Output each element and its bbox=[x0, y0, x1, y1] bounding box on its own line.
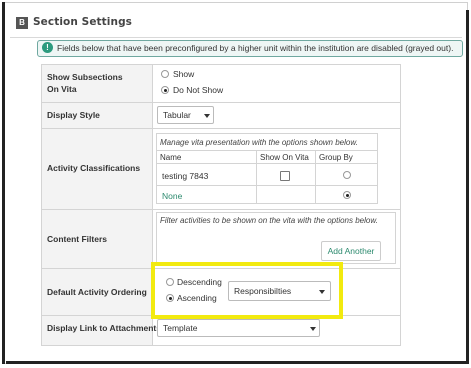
do-not-show-radio-label: Do Not Show bbox=[173, 85, 224, 95]
info-text: Fields below that have been preconfigure… bbox=[57, 43, 454, 53]
chevron-down-icon bbox=[204, 114, 210, 118]
default-ordering-label: Default Activity Ordering bbox=[47, 287, 147, 297]
frame-edge-left bbox=[2, 2, 8, 364]
show-on-vita-checkbox[interactable] bbox=[280, 171, 290, 181]
show-radio-label: Show bbox=[173, 69, 195, 79]
display-style-select[interactable]: Tabular bbox=[157, 106, 214, 124]
show-subsections-label-2: On Vita bbox=[47, 84, 77, 94]
table-col-divider bbox=[315, 150, 316, 204]
highlight-box bbox=[151, 262, 343, 319]
label-column bbox=[42, 65, 152, 345]
col-header-name: Name bbox=[160, 153, 182, 162]
row-divider bbox=[41, 209, 401, 210]
display-style-label: Display Style bbox=[47, 110, 100, 120]
table-divider bbox=[156, 185, 378, 186]
chevron-down-icon bbox=[310, 327, 316, 331]
display-link-label: Display Link to Attachments bbox=[47, 323, 161, 333]
do-not-show-radio[interactable] bbox=[161, 86, 169, 94]
section-badge: B bbox=[16, 17, 28, 29]
add-another-button[interactable]: Add Another bbox=[321, 241, 381, 261]
display-link-value: Template bbox=[163, 323, 198, 333]
col-header-group-by: Group By bbox=[319, 153, 353, 162]
display-link-select[interactable]: Template bbox=[157, 319, 320, 337]
content-filters-label: Content Filters bbox=[47, 234, 107, 244]
group-by-radio[interactable] bbox=[343, 171, 351, 179]
display-style-value: Tabular bbox=[163, 110, 191, 120]
classification-none[interactable]: None bbox=[162, 191, 182, 201]
table-divider bbox=[156, 163, 378, 164]
row-divider bbox=[41, 102, 401, 103]
show-subsections-label: Show Subsections bbox=[47, 72, 123, 82]
col-header-show-on-vita: Show On Vita bbox=[260, 153, 309, 162]
show-radio[interactable] bbox=[161, 70, 169, 78]
frame-edge-right bbox=[466, 10, 469, 364]
classifications-note: Manage vita presentation with the option… bbox=[160, 138, 358, 147]
content-filters-note: Filter activities to be shown on the vit… bbox=[160, 216, 378, 225]
group-by-none-radio[interactable] bbox=[343, 191, 351, 199]
frame-edge-bottom bbox=[6, 358, 466, 364]
activity-classifications-label: Activity Classifications bbox=[47, 163, 141, 173]
section-title: Section Settings bbox=[33, 16, 133, 28]
row-divider bbox=[41, 128, 401, 129]
info-icon: ! bbox=[42, 42, 53, 53]
classification-name: testing 7843 bbox=[162, 171, 209, 181]
table-divider bbox=[156, 150, 378, 151]
table-col-divider bbox=[256, 150, 257, 204]
